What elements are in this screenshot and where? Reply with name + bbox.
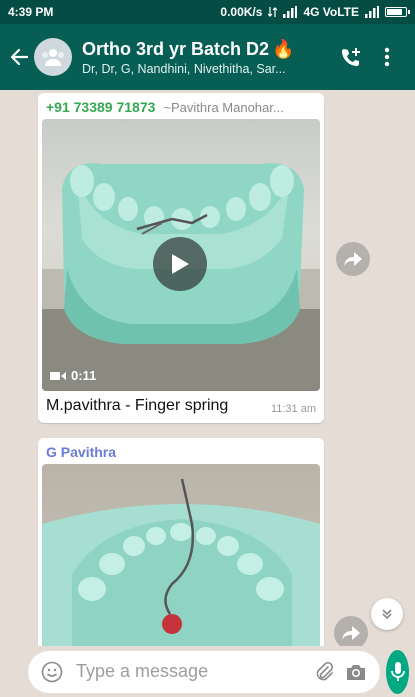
group-name: Ortho 3rd yr Batch D2 bbox=[82, 38, 270, 59]
back-arrow-icon bbox=[10, 48, 29, 66]
forward-button[interactable] bbox=[336, 242, 370, 276]
sender-number[interactable]: +91 73389 71873 bbox=[46, 99, 155, 115]
group-members: Dr, Dr, G, Nandhini, Nivethitha, Sar... bbox=[82, 61, 286, 76]
attach-button[interactable] bbox=[308, 656, 340, 688]
network-label: 4G VoLTE bbox=[303, 5, 359, 19]
video-duration: 0:11 bbox=[50, 368, 96, 383]
battery-fill bbox=[387, 9, 402, 15]
chat-title-block[interactable]: Ortho 3rd yr Batch D2 🔥 Dr, Dr, G, Nandh… bbox=[82, 39, 333, 76]
battery-icon bbox=[385, 7, 410, 17]
message-bubble-2[interactable]: G Pavithra bbox=[38, 438, 324, 646]
signal-icon bbox=[283, 6, 298, 18]
emoji-button[interactable] bbox=[36, 656, 68, 688]
message-input[interactable] bbox=[76, 661, 308, 682]
sender-alias: ~Pavithra Manohar... bbox=[163, 100, 284, 115]
caption-row: M.pavithra - Finger spring 11:31 am bbox=[38, 391, 324, 423]
fire-emoji: 🔥 bbox=[272, 38, 295, 59]
forward-icon bbox=[342, 626, 360, 640]
add-call-button[interactable] bbox=[333, 39, 369, 75]
message-bubble[interactable]: +91 73389 71873 ~Pavithra Manohar... 0:1… bbox=[38, 93, 324, 423]
sender-name[interactable]: G Pavithra bbox=[38, 438, 324, 464]
status-right: 0.00K/s 4G VoLTE bbox=[220, 5, 410, 19]
status-bar: 4:39 PM 0.00K/s 4G VoLTE bbox=[0, 0, 415, 24]
more-options-button[interactable] bbox=[369, 39, 405, 75]
emoji-icon bbox=[41, 661, 63, 682]
duration-text: 0:11 bbox=[71, 368, 97, 383]
double-chevron-down-icon bbox=[382, 609, 392, 620]
play-button[interactable] bbox=[153, 237, 207, 291]
dental-cast-image-2 bbox=[42, 478, 320, 646]
composer-bar bbox=[0, 646, 415, 697]
add-call-icon bbox=[342, 48, 360, 66]
play-icon bbox=[172, 254, 189, 274]
voice-message-button[interactable] bbox=[386, 649, 409, 694]
message-time: 11:31 am bbox=[270, 403, 316, 415]
group-avatar-icon bbox=[42, 49, 64, 66]
camera-icon bbox=[347, 664, 365, 680]
forward-icon bbox=[344, 252, 362, 266]
back-button[interactable] bbox=[6, 44, 32, 70]
chat-area[interactable]: +91 73389 71873 ~Pavithra Manohar... 0:1… bbox=[0, 90, 415, 646]
sender-row: +91 73389 71873 ~Pavithra Manohar... bbox=[38, 93, 324, 119]
camera-button[interactable] bbox=[340, 656, 372, 688]
attach-icon bbox=[316, 661, 334, 680]
mic-icon bbox=[390, 661, 405, 681]
video-thumbnail[interactable]: 0:11 bbox=[42, 119, 320, 391]
chat-header: Ortho 3rd yr Batch D2 🔥 Dr, Dr, G, Nandh… bbox=[0, 24, 415, 90]
group-avatar[interactable] bbox=[34, 38, 72, 76]
data-transfer-icon bbox=[268, 7, 278, 17]
image-thumbnail[interactable] bbox=[42, 464, 320, 646]
signal-icon-2 bbox=[365, 6, 379, 18]
net-speed: 0.00K/s bbox=[220, 5, 263, 19]
status-time: 4:39 PM bbox=[8, 5, 54, 19]
scroll-to-bottom-button[interactable] bbox=[371, 598, 403, 630]
message-input-pill[interactable] bbox=[28, 650, 380, 693]
video-camera-icon bbox=[50, 371, 66, 380]
more-vert-icon bbox=[384, 47, 390, 67]
forward-button-2[interactable] bbox=[334, 616, 368, 646]
chat-title: Ortho 3rd yr Batch D2 🔥 bbox=[82, 39, 333, 60]
message-caption: M.pavithra - Finger spring bbox=[46, 397, 229, 414]
